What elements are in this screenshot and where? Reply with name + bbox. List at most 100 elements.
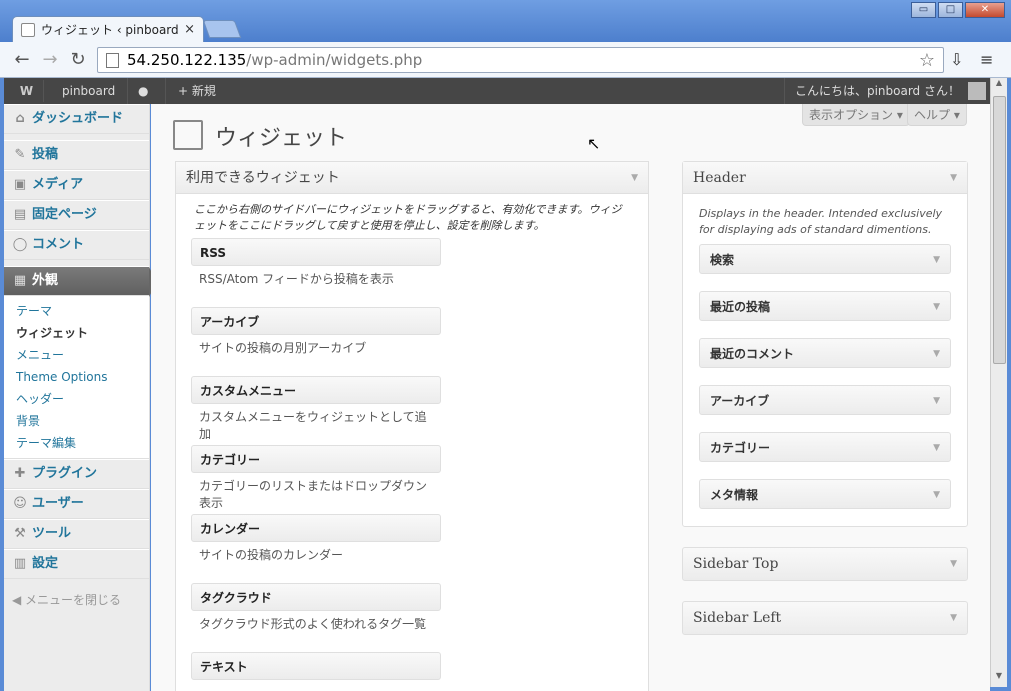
browser-tab[interactable]: ウィジェット ‹ pinboard × [12,16,204,42]
address-bar[interactable]: 54.250.122.135 /wp-admin/widgets.php ☆ [97,47,944,73]
url-host: 54.250.122.135 [127,51,247,69]
media-icon: ▣ [13,177,27,192]
menu-item-users[interactable]: ☺ ユーザー [4,489,149,519]
toggle-arrow-icon[interactable]: ▼ [950,162,957,194]
bookmark-star-icon[interactable]: ☆ [919,50,935,71]
submenu-editor[interactable]: テーマ編集 [4,432,149,454]
reload-icon[interactable]: ↻ [68,50,88,70]
sidebars-column: Header ▼ Displays in the header. Intende… [682,161,968,635]
menu-icon[interactable]: ≡ [980,50,993,69]
toggle-arrow-icon[interactable]: ▼ [631,162,638,194]
menu-item-tools[interactable]: ⚒ ツール [4,519,149,549]
tab-title: ウィジェット ‹ pinboard [41,23,179,37]
tools-icon: ⚒ [14,526,26,541]
submenu-background[interactable]: 背景 [4,410,149,432]
submenu-header[interactable]: ヘッダー [4,388,149,410]
tab-close-icon[interactable]: × [184,22,195,37]
sidebar-widget[interactable]: 検索 ▼ [699,244,951,274]
widget-title[interactable]: タグクラウド [191,583,441,611]
collapse-menu[interactable]: ◀ メニューを閉じる [4,579,149,620]
menu-item-appearance[interactable]: ▦ 外観 [4,266,157,297]
widget-title[interactable]: RSS [191,238,441,266]
toggle-arrow-icon[interactable]: ▼ [933,245,940,275]
widget-title[interactable]: カスタムメニュー [191,376,441,404]
sidebar-title: Sidebar Top [693,556,779,572]
toggle-arrow-icon[interactable]: ▼ [933,339,940,369]
toggle-arrow-icon[interactable]: ▼ [933,292,940,322]
sidebar-widget[interactable]: 最近の投稿 ▼ [699,291,951,321]
download-icon[interactable]: ⇩ [950,50,963,69]
submenu-menus[interactable]: メニュー [4,344,149,366]
forward-arrow-icon[interactable]: → [40,50,60,70]
admin-bar-new-label: 新規 [191,84,216,98]
screen-options-button[interactable]: 表示オプション ▾ [802,104,910,126]
minimize-button[interactable]: ▭ [911,2,936,18]
toggle-arrow-icon[interactable]: ▼ [950,548,957,580]
sidebar-widget-label: アーカイブ [710,394,770,408]
submenu-widgets[interactable]: ウィジェット [4,322,149,344]
maximize-button[interactable]: □ [938,2,963,18]
admin-bar-new[interactable]: + 新規 [166,78,228,104]
sidebar-panel[interactable]: Sidebar Top ▼ [682,547,968,581]
pin-icon: ✎ [14,147,26,162]
sidebar-widget-label: メタ情報 [710,488,759,502]
sidebar-widget[interactable]: メタ情報 ▼ [699,479,951,509]
widget-title[interactable]: テキスト [191,652,441,680]
mouse-cursor-icon: ↖ [587,134,601,153]
menu-item-posts[interactable]: ✎ 投稿 [4,140,149,170]
widget-title[interactable]: カテゴリー [191,445,441,473]
menu-label: ツール [32,526,72,541]
browser-window: ウィジェット ‹ pinboard × ▭ □ ✕ ← → ↻ 54.250.1… [0,0,1011,691]
menu-item-pages[interactable]: ▤ 固定ページ [4,200,149,230]
widget-description: RSS/Atom フィードから投稿を表示 [199,272,394,286]
submenu-themes[interactable]: テーマ [4,300,149,322]
widget-description [191,680,441,691]
admin-bar-account[interactable]: こんにちは、pinboard さん！ [783,78,990,104]
sidebar-widget[interactable]: 最近のコメント ▼ [699,338,951,368]
menu-item-settings[interactable]: ▥ 設定 [4,549,149,579]
sidebar-widget[interactable]: カテゴリー ▼ [699,432,951,462]
close-window-button[interactable]: ✕ [965,2,1005,18]
toggle-arrow-icon[interactable]: ▼ [933,480,940,510]
toggle-arrow-icon[interactable]: ▼ [933,386,940,416]
back-arrow-icon[interactable]: ← [12,50,32,70]
widget-description: カテゴリーのリストまたはドロップダウン表示 [199,479,428,510]
url-path: /wp-admin/widgets.php [246,51,423,69]
scrollbar-thumb[interactable] [993,96,1006,364]
widget-description: サイトの投稿のカレンダー [199,548,344,562]
scroll-down-arrow-icon[interactable]: ▼ [991,671,1007,687]
new-tab-button[interactable] [202,20,242,38]
sidebar-title: Sidebar Left [693,610,782,626]
available-widgets-description: ここから右側のサイドバーにウィジェットをドラッグすると、有効化できます。ウィジェ… [194,203,622,232]
title-bar: ウィジェット ‹ pinboard × ▭ □ ✕ [0,0,1011,42]
available-widgets-header[interactable]: 利用できるウィジェット ▼ [176,162,648,194]
submenu-theme-options[interactable]: Theme Options [4,366,149,388]
widget-title[interactable]: アーカイブ [191,307,441,335]
widget-list: RSS RSS/Atom フィードから投稿を表示アーカイブサイトの投稿の月別アーカ… [176,238,648,691]
wordpress-logo-icon[interactable]: W [10,80,44,102]
sidebar-widget-label: 検索 [710,253,735,267]
menu-item-comments[interactable]: ◯ コメント [4,230,149,260]
available-widget: カスタムメニュー カスタムメニューをウィジェットとして追加 [191,376,441,445]
widget-description: カスタムメニューをウィジェットとして追加 [199,410,427,441]
sidebar-panel[interactable]: Sidebar Left ▼ [682,601,968,635]
page-scrollbar[interactable]: ▲ ▼ [990,78,1007,687]
help-button[interactable]: ヘルプ ▾ [907,104,967,126]
browser-toolbar: ← → ↻ 54.250.122.135 /wp-admin/widgets.p… [0,42,1011,78]
toggle-arrow-icon[interactable]: ▼ [933,433,940,463]
scroll-up-arrow-icon[interactable]: ▲ [991,78,1007,94]
sidebar-widget[interactable]: アーカイブ ▼ [699,385,951,415]
avatar [968,82,986,100]
menu-item-media[interactable]: ▣ メディア [4,170,149,200]
menu-item-dashboard[interactable]: ⌂ ダッシュボード [4,104,149,134]
admin-bar-site[interactable]: pinboard [50,78,129,104]
widget-title[interactable]: カレンダー [191,514,441,542]
header-sidebar-title-bar[interactable]: Header ▼ [683,162,967,194]
toggle-arrow-icon[interactable]: ▼ [950,602,957,634]
menu-item-plugins[interactable]: ✚ プラグイン [4,459,149,489]
pages-icon: ▤ [13,207,27,222]
available-widget: RSS RSS/Atom フィードから投稿を表示 [191,238,441,307]
appearance-submenu: テーマ ウィジェット メニュー Theme Options ヘッダー 背景 テー… [4,296,149,459]
widget-description: サイトの投稿の月別アーカイブ [199,341,367,355]
comment-bubble-icon[interactable]: ● [126,78,166,104]
